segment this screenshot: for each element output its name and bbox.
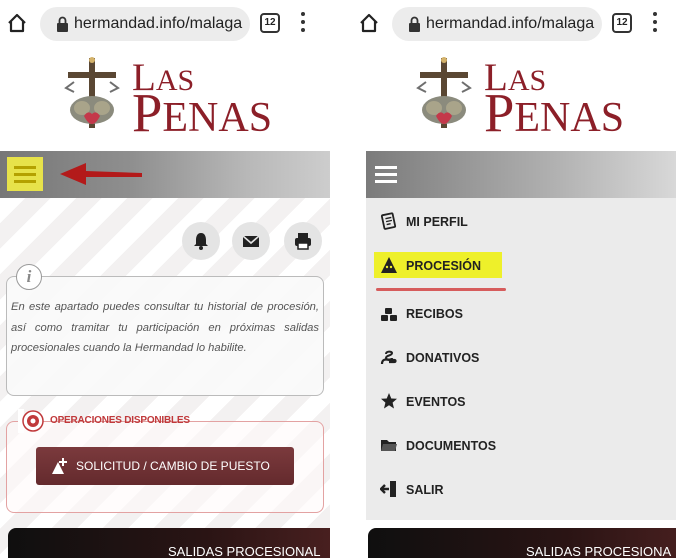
request-position-button[interactable]: SOLICITUD / CAMBIO DE PUESTO <box>36 447 294 485</box>
browser-toolbar: hermandad.info/malaga 12 <box>0 0 330 48</box>
home-icon[interactable] <box>6 12 28 34</box>
screen-menu-open: hermandad.info/malaga 12 LAS PENAS MI PE… <box>352 0 676 558</box>
cross-emblem-icon <box>64 57 120 128</box>
bell-icon <box>194 233 208 250</box>
info-panel: En este apartado puedes consultar tu his… <box>6 276 324 396</box>
cross-emblem-icon <box>416 57 472 128</box>
menu-toggle-button[interactable] <box>7 157 43 191</box>
menu-item-label: SALIR <box>406 483 444 497</box>
donation-icon <box>380 350 397 365</box>
more-options-icon[interactable] <box>652 12 658 34</box>
menu-item-procesion[interactable]: PROCESIÓN <box>374 252 660 291</box>
active-item-underline <box>376 288 506 291</box>
lock-icon <box>57 16 68 32</box>
menu-item-label: MI PERFIL <box>406 215 468 229</box>
home-icon[interactable] <box>358 12 380 34</box>
address-bar[interactable]: hermandad.info/malaga <box>40 7 250 41</box>
logo-word-penas: PENAS <box>484 82 625 143</box>
processions-banner-label: SALIDAS PROCESIONA <box>526 544 672 558</box>
hood-plus-icon <box>52 458 67 474</box>
menu-toggle-button[interactable] <box>368 157 404 191</box>
processions-banner[interactable]: SALIDAS PROCESIONAL <box>8 528 330 558</box>
star-icon <box>381 393 397 409</box>
printer-icon <box>295 233 311 250</box>
nav-bar <box>366 151 676 198</box>
info-icon: i <box>16 264 42 290</box>
menu-item-label: DONATIVOS <box>406 351 480 365</box>
menu-item-label: PROCESIÓN <box>406 259 482 273</box>
hood-icon <box>381 257 397 273</box>
tab-switcher-icon[interactable]: 12 <box>260 13 280 33</box>
menu-item-documentos[interactable]: DOCUMENTOS <box>380 432 660 460</box>
address-bar[interactable]: hermandad.info/malaga <box>392 7 602 41</box>
nav-bar <box>0 151 330 198</box>
processions-banner[interactable]: SALIDAS PROCESIONA <box>368 528 676 558</box>
screen-menu-closed: hermandad.info/malaga 12 LAS PENAS En es… <box>0 0 330 558</box>
menu-item-label: DOCUMENTOS <box>406 439 497 453</box>
url-text: hermandad.info/malaga <box>74 15 243 32</box>
folder-icon <box>381 440 397 451</box>
side-menu: MI PERFIL PROCESIÓN RECIBOS DONATIVOS EV… <box>366 198 676 520</box>
operations-title: OPERACIONES DISPONIBLES <box>50 415 190 426</box>
tab-switcher-icon[interactable]: 12 <box>612 13 632 33</box>
menu-item-eventos[interactable]: EVENTOS <box>380 388 660 416</box>
request-position-label: SOLICITUD / CAMBIO DE PUESTO <box>76 459 270 473</box>
url-text: hermandad.info/malaga <box>426 15 595 32</box>
envelope-icon <box>242 235 260 247</box>
red-arrow-annotation <box>60 163 142 185</box>
browser-toolbar: hermandad.info/malaga 12 <box>352 0 676 48</box>
logo-word-penas: PENAS <box>132 82 273 143</box>
message-button[interactable] <box>232 222 270 260</box>
more-options-icon[interactable] <box>300 12 306 34</box>
gear-icon <box>22 410 44 432</box>
menu-item-label: RECIBOS <box>406 307 463 321</box>
profile-icon <box>380 212 397 230</box>
menu-item-label: EVENTOS <box>406 395 466 409</box>
coins-icon <box>381 308 397 321</box>
lock-icon <box>409 16 420 32</box>
operations-header: OPERACIONES DISPONIBLES <box>18 409 190 433</box>
menu-item-recibos[interactable]: RECIBOS <box>380 300 660 328</box>
site-logo[interactable]: LAS PENAS <box>412 52 632 144</box>
notifications-button[interactable] <box>182 222 220 260</box>
site-logo[interactable]: LAS PENAS <box>60 52 280 144</box>
exit-icon <box>380 481 396 497</box>
info-text: En este apartado puedes consultar tu his… <box>11 301 319 354</box>
menu-item-salir[interactable]: SALIR <box>380 476 660 504</box>
menu-item-donativos[interactable]: DONATIVOS <box>380 344 660 372</box>
menu-item-mi-perfil[interactable]: MI PERFIL <box>380 208 660 236</box>
print-button[interactable] <box>284 222 322 260</box>
processions-banner-label: SALIDAS PROCESIONAL <box>168 544 321 558</box>
